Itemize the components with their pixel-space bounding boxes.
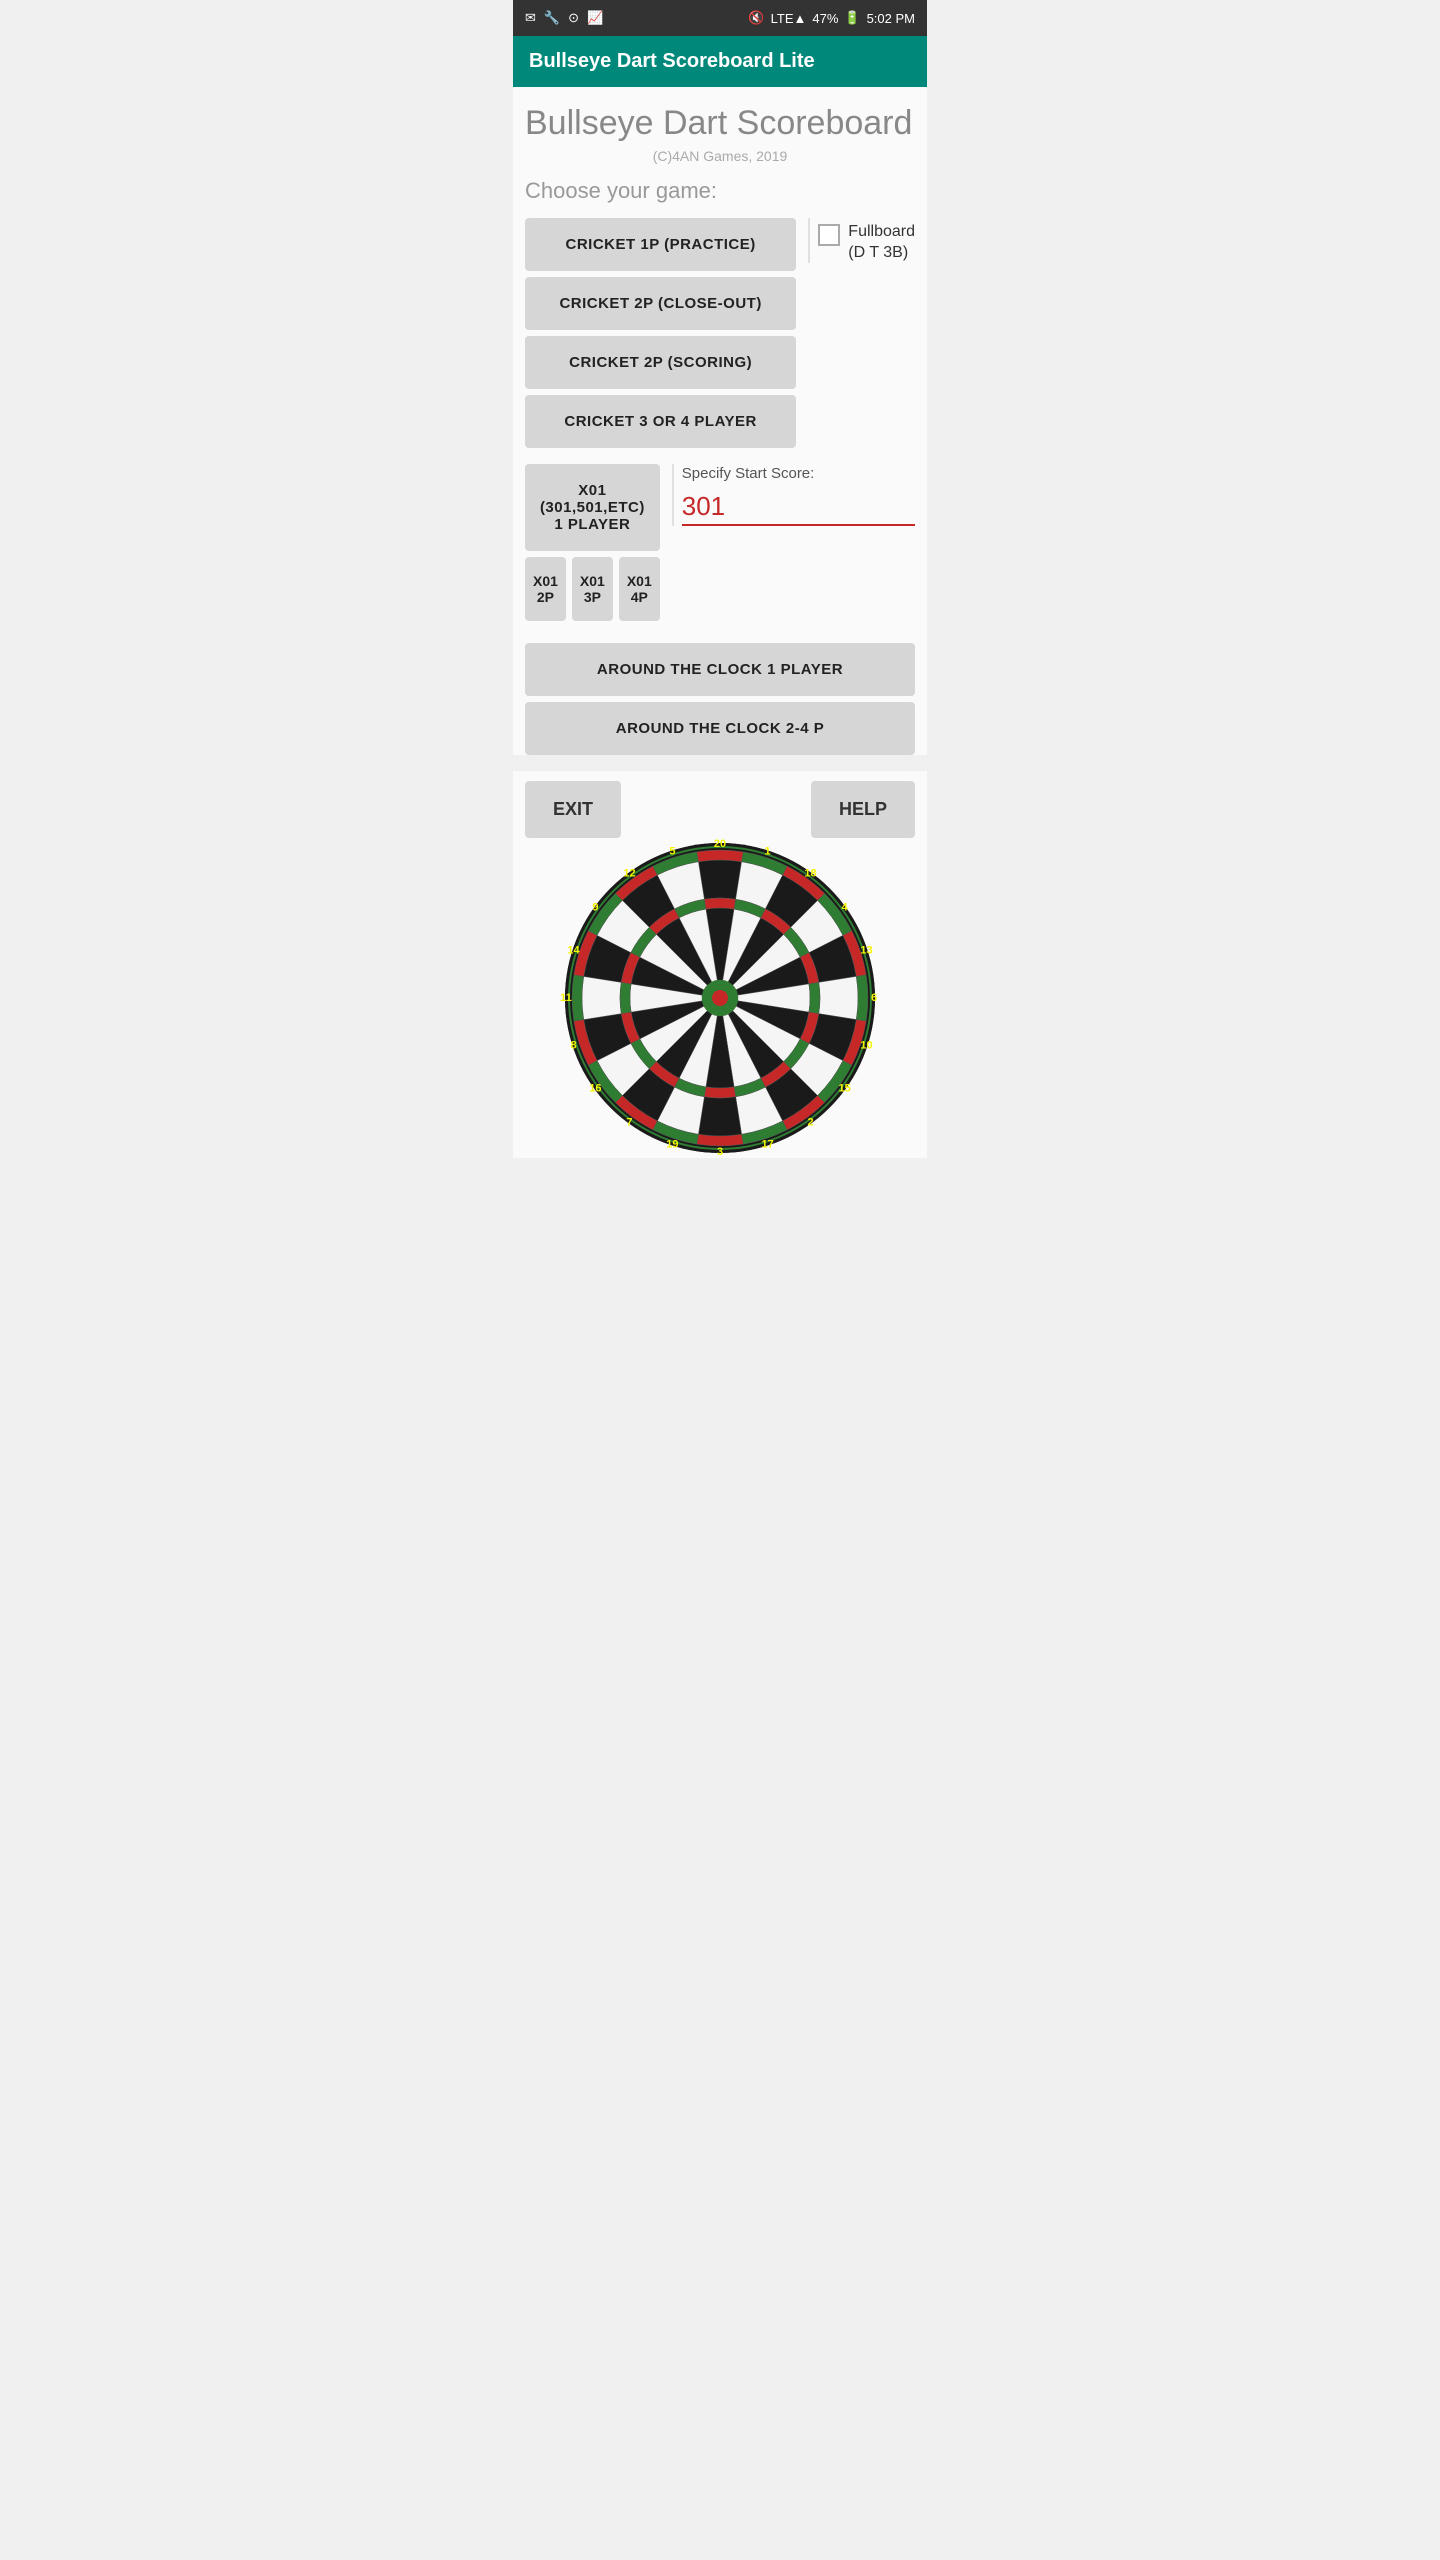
fullboard-checkbox[interactable]: [818, 224, 840, 246]
email-icon: ✉: [525, 10, 536, 26]
help-button[interactable]: HELP: [811, 781, 915, 838]
choose-game-label: Choose your game:: [525, 178, 915, 204]
fullboard-control: Fullboard(D T 3B): [818, 222, 915, 264]
score-area: Specify Start Score:: [672, 464, 915, 527]
status-bar: ✉ 🔧 ⊙ 📈 🔇 LTE▲ 47% 🔋 5:02 PM: [513, 0, 927, 36]
svg-text:13: 13: [860, 944, 872, 956]
atc-2-4p-button[interactable]: AROUND THE CLOCK 2-4 P: [525, 702, 915, 755]
x01-3p-button[interactable]: X01 3P: [572, 557, 613, 621]
cricket-2p-scoring-button[interactable]: CRICKET 2P (SCORING): [525, 336, 796, 389]
download-icon: ⊙: [568, 10, 579, 26]
x01-1p-button[interactable]: X01 (301,501,ETC) 1 PLAYER: [525, 464, 660, 551]
cricket-buttons: CRICKET 1P (PRACTICE) CRICKET 2P (CLOSE-…: [525, 218, 796, 448]
battery-percent: 47%: [812, 11, 838, 26]
svg-text:10: 10: [860, 1039, 872, 1051]
svg-text:8: 8: [570, 1039, 576, 1051]
fullboard-label: Fullboard(D T 3B): [848, 222, 915, 264]
dartboard-container: // This will be done via the JS below: [560, 838, 880, 1158]
svg-text:11: 11: [560, 992, 572, 1004]
time-display: 5:02 PM: [867, 11, 915, 26]
fullboard-area: Fullboard(D T 3B): [808, 218, 915, 264]
chart-icon: 📈: [587, 10, 603, 26]
dartboard-svg: // This will be done via the JS below: [560, 838, 880, 1158]
svg-text:15: 15: [838, 1082, 850, 1094]
x01-section: X01 (301,501,ETC) 1 PLAYER X01 2P X01 3P…: [525, 464, 915, 621]
score-label: Specify Start Score:: [682, 464, 915, 484]
atc-section: AROUND THE CLOCK 1 PLAYER AROUND THE CLO…: [525, 643, 915, 755]
svg-text:6: 6: [871, 992, 877, 1004]
atc-1p-button[interactable]: AROUND THE CLOCK 1 PLAYER: [525, 643, 915, 696]
x01-4p-button[interactable]: X01 4P: [619, 557, 660, 621]
app-bar: Bullseye Dart Scoreboard Lite: [513, 36, 927, 87]
svg-text:14: 14: [567, 944, 580, 956]
exit-button[interactable]: EXIT: [525, 781, 621, 838]
cricket-3-4-button[interactable]: CRICKET 3 OR 4 PLAYER: [525, 395, 796, 448]
wrench-icon: 🔧: [544, 10, 560, 26]
app-bar-title: Bullseye Dart Scoreboard Lite: [529, 50, 911, 73]
cricket-1p-button[interactable]: CRICKET 1P (PRACTICE): [525, 218, 796, 271]
cricket-section: CRICKET 1P (PRACTICE) CRICKET 2P (CLOSE-…: [525, 218, 915, 448]
svg-text:1: 1: [765, 845, 771, 857]
svg-text:7: 7: [626, 1116, 632, 1128]
svg-text:9: 9: [592, 901, 598, 913]
svg-text:12: 12: [623, 867, 635, 879]
copyright: (C)4AN Games, 2019: [525, 148, 915, 164]
lte-signal: LTE▲: [771, 11, 807, 26]
mute-icon: 🔇: [748, 10, 764, 26]
x01-multiplayer-row: X01 2P X01 3P X01 4P: [525, 557, 660, 621]
main-content: Bullseye Dart Scoreboard (C)4AN Games, 2…: [513, 87, 927, 755]
svg-text:17: 17: [761, 1138, 773, 1150]
page-title: Bullseye Dart Scoreboard: [525, 103, 915, 144]
svg-text:2: 2: [807, 1116, 813, 1128]
status-right: 🔇 LTE▲ 47% 🔋 5:02 PM: [748, 10, 915, 26]
svg-text:20: 20: [714, 838, 726, 850]
cricket-2p-closeout-button[interactable]: CRICKET 2P (CLOSE-OUT): [525, 277, 796, 330]
bottom-bar: EXIT HELP: [513, 771, 927, 848]
svg-text:18: 18: [804, 867, 816, 879]
svg-text:19: 19: [666, 1138, 678, 1150]
score-input[interactable]: [682, 489, 915, 526]
x01-2p-button[interactable]: X01 2P: [525, 557, 566, 621]
svg-text:4: 4: [842, 901, 849, 913]
svg-text:5: 5: [669, 845, 675, 857]
battery-icon: 🔋: [844, 10, 860, 26]
svg-text:3: 3: [717, 1146, 723, 1158]
svg-text:16: 16: [589, 1082, 601, 1094]
dartboard-wrapper: // This will be done via the JS below: [513, 848, 927, 1158]
status-left-icons: ✉ 🔧 ⊙ 📈: [525, 10, 603, 26]
x01-buttons: X01 (301,501,ETC) 1 PLAYER X01 2P X01 3P…: [525, 464, 660, 621]
